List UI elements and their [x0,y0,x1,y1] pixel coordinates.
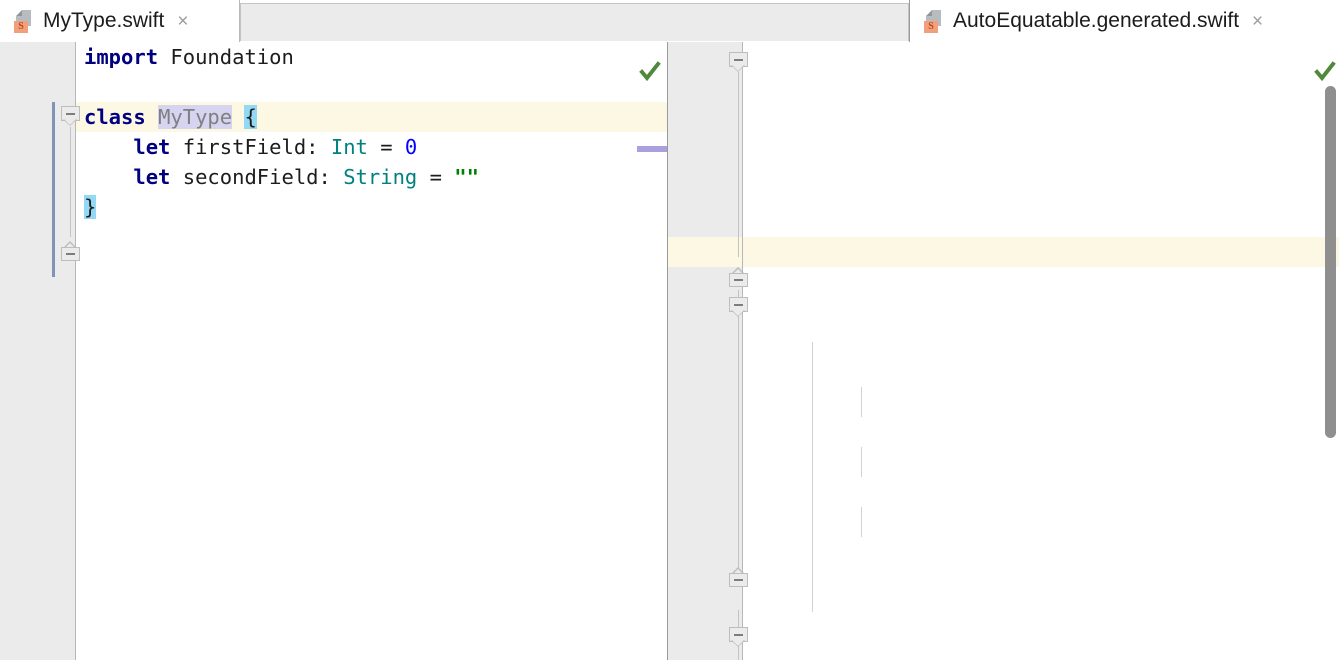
caret-line-highlight-gutter [668,237,742,267]
fold-region-line [738,72,739,257]
code-token: Int [331,135,368,159]
code-token: } [84,195,96,219]
swift-badge-letter: S [928,22,934,32]
fold-marker-collapse-end[interactable] [61,241,80,262]
code-block-marker [52,102,55,277]
code-token: secondField: [170,165,343,189]
vertical-scrollbar[interactable] [1323,42,1339,660]
fold-marker-collapse-end[interactable] [729,567,748,588]
code-line[interactable]: class MyType { [84,102,479,132]
indent-guide [861,507,862,537]
fold-marker-collapse[interactable] [729,297,748,318]
code-line[interactable]: let firstField: Int = 0 [84,132,479,162]
changed-lines-marker[interactable] [637,146,668,152]
fold-marker-collapse[interactable] [729,52,748,73]
close-icon[interactable]: × [177,12,188,31]
split-editor-area: import Foundation class MyType { let fir… [0,42,1340,660]
fold-marker-collapse[interactable] [61,106,80,127]
code-token: = [368,135,405,159]
swift-file-icon: S [924,9,944,33]
editor-window: S MyType.swift × S AutoEquatable.generat… [0,0,1340,660]
code-token: class [84,105,146,129]
code-token: Foundation [170,45,293,69]
tab-label: AutoEquatable.generated.swift [953,9,1239,33]
code-token: MyType [158,105,232,129]
scrollbar-thumb[interactable] [1325,86,1336,438]
code-token [84,165,133,189]
fold-region-line [738,290,739,580]
code-token: let [133,165,170,189]
code-token: import [84,45,158,69]
code-token [84,135,133,159]
swift-badge-letter: S [18,22,24,32]
fold-region-line [70,127,71,237]
tab-autoequatable-generated-swift[interactable]: S AutoEquatable.generated.swift × [910,0,1340,42]
fold-marker-collapse[interactable] [729,627,748,648]
inspection-ok-checkmark-icon[interactable] [638,60,662,84]
code-token [232,105,244,129]
code-token: String [343,165,417,189]
code-token [146,105,158,129]
code-line[interactable]: } [84,192,479,222]
gutter-divider [75,42,76,660]
close-icon[interactable]: × [1252,12,1263,31]
code-token: let [133,135,170,159]
editor-pane-mytype[interactable]: import Foundation class MyType { let fir… [0,42,668,660]
tab-label: MyType.swift [43,9,164,33]
code-text-left[interactable]: import Foundation class MyType { let fir… [84,42,479,660]
code-line[interactable]: let secondField: String = "" [84,162,479,192]
caret-line-highlight [668,237,1339,267]
indent-guide [861,447,862,477]
inspection-ok-checkmark-icon[interactable] [1313,60,1337,84]
editor-pane-autoequatable[interactable]: // Generated using Sourcery 0.9.0 — http… [668,42,1339,660]
tab-mytype-swift[interactable]: S MyType.swift × [0,0,240,42]
code-line[interactable]: import Foundation [84,42,479,72]
code-line[interactable] [84,72,479,102]
indent-guide [812,342,813,612]
fold-marker-collapse-end[interactable] [729,267,748,288]
swift-file-icon: S [14,9,34,33]
editor-tab-bar: S MyType.swift × S AutoEquatable.generat… [0,0,1340,42]
code-token: firstField: [170,135,330,159]
code-token: 0 [405,135,417,159]
indent-guide [861,387,862,417]
tab-bar-empty-area [240,0,909,42]
code-token [158,45,170,69]
code-token: "" [454,165,479,189]
editor-gutter[interactable] [0,42,75,660]
code-token: = [417,165,454,189]
code-token: { [244,105,256,129]
